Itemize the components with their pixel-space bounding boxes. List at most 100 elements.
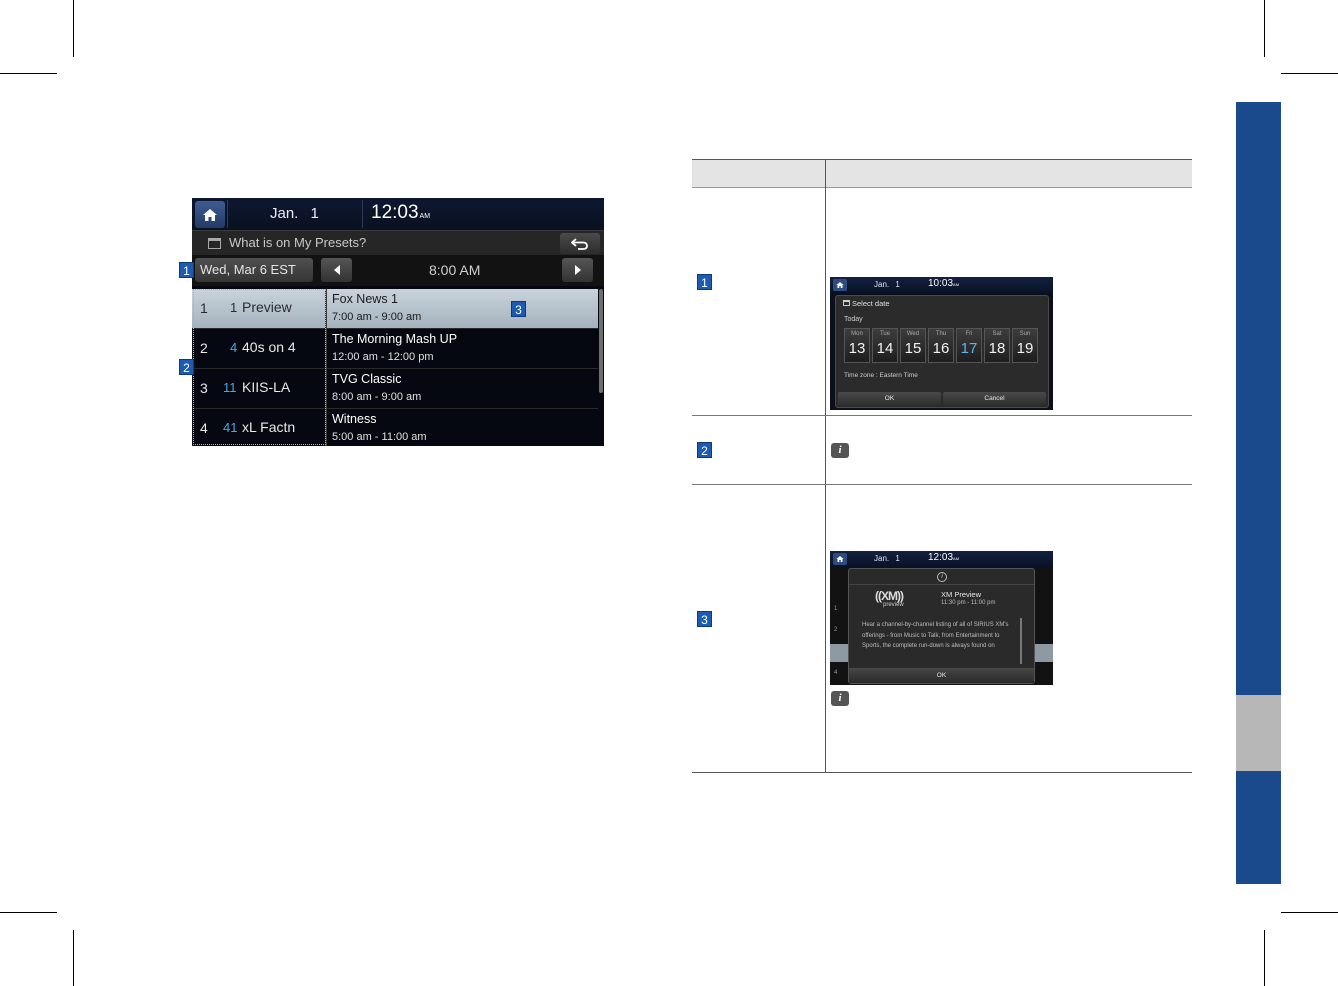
callout-badge: 2 — [179, 359, 194, 375]
day-name: Mon — [851, 331, 863, 337]
day-button[interactable]: Wed 15 — [900, 328, 926, 363]
program-time: 8:00 am - 9:00 am — [332, 391, 422, 403]
home-icon — [203, 208, 217, 221]
home-button[interactable] — [833, 279, 847, 291]
day-button[interactable]: Sat 18 — [984, 328, 1010, 363]
home-icon — [836, 556, 844, 562]
cancel-button[interactable]: Cancel — [943, 392, 1046, 406]
timezone-label: Time zone : Eastern Time — [844, 372, 918, 379]
crop-mark — [1281, 73, 1338, 74]
triangle-right-icon — [574, 265, 581, 275]
clock-time: 12:03AM — [928, 552, 959, 563]
xm-preview-screenshot: Jan. 1 12:03AM 1 2 3 4 i ((XM)) preview … — [830, 551, 1053, 685]
home-button[interactable] — [195, 201, 225, 228]
clock-date: Jan. 1 — [270, 205, 319, 222]
clock-ampm: AM — [953, 556, 960, 561]
presets-screen: Jan. 1 12:03AM What is on My Presets? We… — [192, 198, 604, 446]
crop-mark — [73, 930, 74, 986]
calendar-icon — [843, 300, 850, 306]
calendar-icon — [208, 238, 221, 249]
prev-time-button[interactable] — [321, 258, 352, 282]
crop-mark — [73, 0, 74, 57]
table-row-badge: 1 — [697, 274, 712, 290]
status-bar: Jan. 1 12:03AM — [830, 551, 1053, 567]
background-row-number: 1 — [834, 606, 838, 612]
day-number: 16 — [932, 340, 950, 357]
program-title: Fox News 1 — [332, 292, 398, 306]
table-row-badge: 2 — [697, 442, 712, 458]
info-icon: i — [831, 443, 849, 458]
clock-time: 10:03AM — [928, 278, 959, 289]
focus-outline — [193, 289, 326, 445]
date-bar: Wed, Mar 6 EST 8:00 AM — [192, 255, 604, 286]
day-button[interactable]: Tue 14 — [872, 328, 898, 363]
day-name: Thu — [935, 331, 947, 337]
table-row-divider — [692, 484, 1192, 485]
date-select-button[interactable]: Wed, Mar 6 EST — [195, 258, 313, 282]
back-button[interactable] — [560, 233, 600, 254]
background-row-number: 4 — [834, 670, 838, 676]
home-button[interactable] — [833, 553, 847, 565]
channel-title: XM Preview — [941, 590, 982, 599]
day-button[interactable]: Sun 19 — [1012, 328, 1038, 363]
clock-time-value: 12:03 — [928, 552, 954, 563]
callout-badge: 1 — [179, 262, 194, 278]
today-label: Today — [844, 316, 863, 323]
table-row-badge: 3 — [697, 611, 712, 627]
title-bar: What is on My Presets? — [192, 230, 604, 255]
day-number: 14 — [876, 340, 894, 357]
home-icon — [836, 282, 844, 288]
xm-logo-sub: preview — [883, 602, 904, 608]
info-icon: i — [831, 691, 849, 706]
ok-button[interactable]: OK — [849, 668, 1034, 683]
day-number: 18 — [988, 340, 1006, 357]
ok-button[interactable]: OK — [838, 392, 941, 406]
side-tab-gray — [1236, 695, 1281, 771]
scrollbar[interactable] — [599, 289, 603, 393]
crop-mark — [0, 73, 57, 74]
program-title: TVG Classic — [332, 372, 402, 386]
back-arrow-icon — [571, 237, 588, 250]
next-time-button[interactable] — [562, 258, 593, 282]
day-button-selected[interactable]: Fri 17 — [956, 328, 982, 363]
xm-preview-popup: i ((XM)) preview XM Preview 11:30 pm - 1… — [848, 568, 1035, 684]
crop-mark — [1281, 912, 1338, 913]
program-time: 12:00 am - 12:00 pm — [332, 351, 434, 363]
clock-date: Jan. 1 — [874, 280, 900, 289]
callout-badge: 3 — [511, 301, 526, 317]
page-title: What is on My Presets? — [229, 235, 367, 250]
select-date-dialog: Select date Today Mon 13 Tue 14 Wed 15 Thu 1… — [835, 295, 1049, 408]
program-time: 5:00 am - 11:00 am — [332, 431, 427, 443]
clock-ampm: AM — [953, 282, 960, 287]
program-time: 7:00 am - 9:00 am — [332, 311, 422, 323]
divider — [362, 200, 363, 228]
clock-time-value: 10:03 — [928, 278, 954, 289]
select-date-screenshot: Jan. 1 10:03AM Select date Today Mon 13 T… — [830, 277, 1053, 410]
day-button[interactable]: Thu 16 — [928, 328, 954, 363]
day-name: Tue — [879, 331, 891, 337]
day-number: 13 — [848, 340, 866, 357]
crop-mark — [1264, 930, 1265, 986]
status-bar: Jan. 1 10:03AM — [830, 277, 1053, 293]
day-number: 15 — [904, 340, 922, 357]
day-number: 19 — [1016, 340, 1034, 357]
day-name: Sun — [1019, 331, 1031, 337]
divider — [849, 584, 1034, 585]
background-row-number: 2 — [834, 627, 838, 633]
day-number: 17 — [960, 340, 978, 357]
day-button[interactable]: Mon 13 — [844, 328, 870, 363]
background-row-number: 3 — [834, 648, 838, 654]
program-title: Witness — [332, 412, 377, 426]
program-title: The Morning Mash UP — [332, 332, 458, 346]
crop-mark — [0, 912, 57, 913]
scrollbar[interactable] — [1020, 618, 1022, 664]
channel-description: Hear a channel-by-channel listing of all… — [862, 622, 1009, 649]
table-row-divider — [692, 415, 1192, 416]
dialog-title: Select date — [843, 299, 890, 308]
side-tab-blue-top — [1236, 102, 1281, 695]
table-header — [692, 159, 1192, 188]
clock-time-value: 12:03 — [371, 202, 419, 223]
divider — [227, 200, 228, 228]
crop-mark — [1264, 0, 1265, 57]
side-tab-blue-bottom — [1236, 771, 1281, 884]
